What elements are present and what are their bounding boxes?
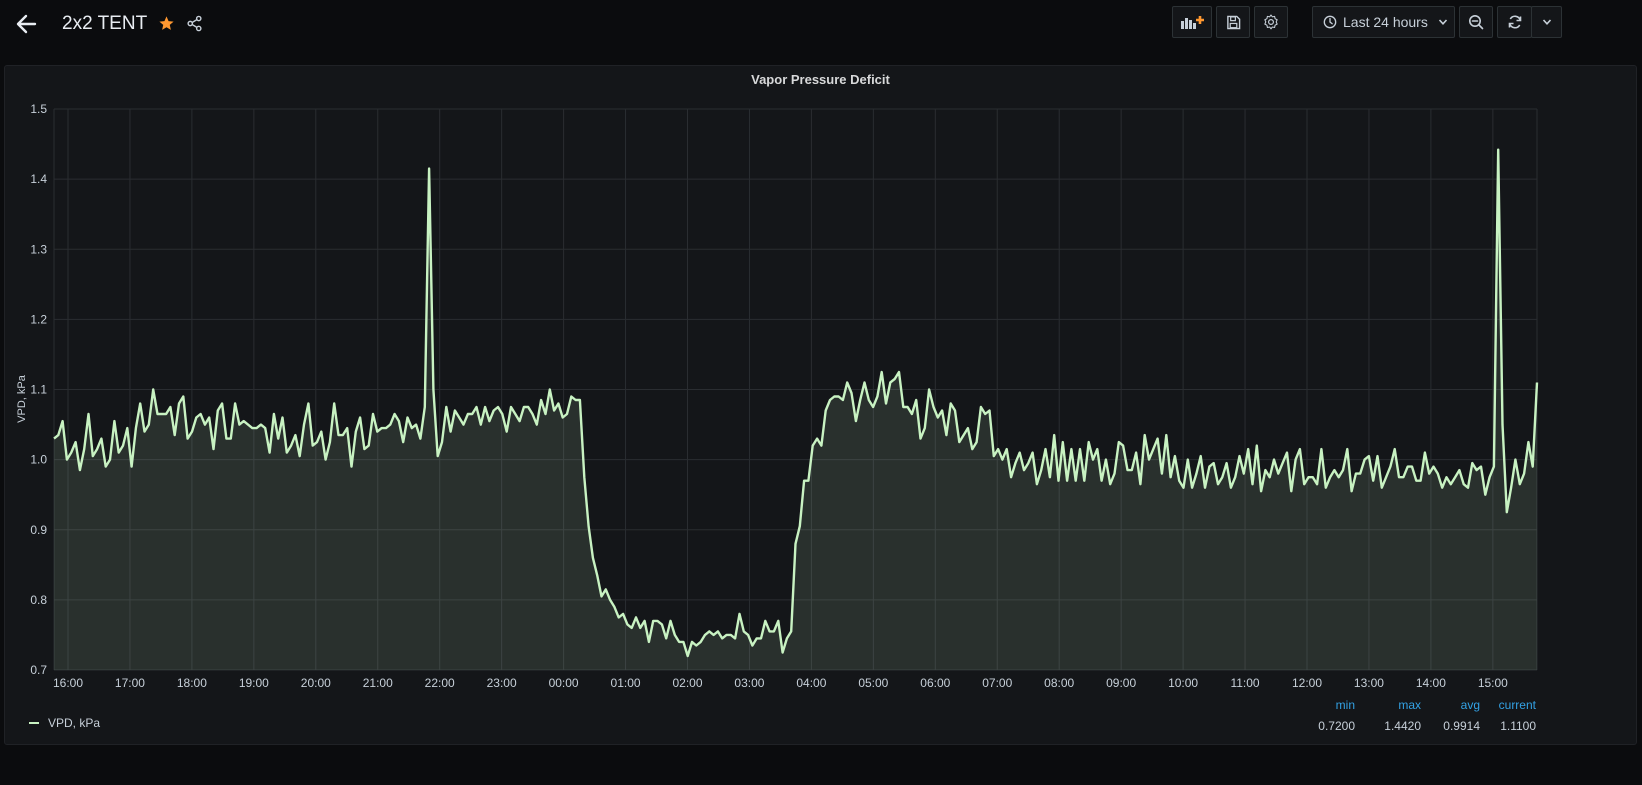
chart-series-area bbox=[53, 148, 1539, 670]
refresh-button[interactable] bbox=[1497, 6, 1532, 38]
dashboard-settings-button[interactable] bbox=[1254, 6, 1288, 38]
x-tick-label: 22:00 bbox=[425, 676, 455, 690]
star-icon bbox=[158, 15, 174, 30]
legend-series-color bbox=[29, 722, 39, 724]
chevron-down-icon bbox=[1542, 19, 1551, 25]
x-tick-label: 04:00 bbox=[796, 676, 826, 690]
back-button[interactable] bbox=[12, 10, 40, 38]
x-tick-label: 02:00 bbox=[672, 676, 702, 690]
refresh-icon bbox=[1508, 15, 1521, 29]
legend-stat-min: min 0.7200 bbox=[1295, 695, 1355, 737]
refresh-interval-dropdown[interactable] bbox=[1531, 6, 1562, 38]
y-tick-label: 1.1 bbox=[30, 383, 47, 397]
x-tick-label: 16:00 bbox=[53, 676, 83, 690]
x-tick-label: 11:00 bbox=[1230, 676, 1259, 690]
x-tick-label: 23:00 bbox=[487, 676, 517, 690]
legend-header-min[interactable]: min bbox=[1295, 695, 1355, 715]
x-tick-label: 00:00 bbox=[549, 676, 579, 690]
zoom-out-button[interactable] bbox=[1459, 6, 1493, 38]
legend-stat-avg: avg 0.9914 bbox=[1420, 695, 1480, 737]
legend-stats: min 0.7200 max 1.4420 avg 0.9914 current… bbox=[1295, 695, 1635, 745]
share-button[interactable] bbox=[183, 12, 205, 34]
x-tick-label: 13:00 bbox=[1354, 676, 1384, 690]
y-tick-label: 1.4 bbox=[30, 172, 47, 186]
arrow-left-icon bbox=[16, 14, 37, 34]
dashboard-title[interactable]: 2x2 TENT bbox=[62, 10, 147, 38]
legend-value-avg: 0.9914 bbox=[1443, 719, 1480, 733]
x-tick-label: 05:00 bbox=[858, 676, 888, 690]
add-panel-icon bbox=[1181, 16, 1204, 29]
legend-value-current: 1.1100 bbox=[1500, 719, 1536, 733]
graph-panel: Vapor Pressure Deficit 0.7 0.8 0.9 1.0 1.1 1.… bbox=[4, 65, 1637, 745]
x-tick-label: 10:00 bbox=[1168, 676, 1198, 690]
y-axis-label: VPD, kPa bbox=[16, 374, 28, 423]
x-tick-label: 03:00 bbox=[734, 676, 764, 690]
x-tick-label: 17:00 bbox=[115, 676, 145, 690]
legend-header-avg[interactable]: avg bbox=[1420, 695, 1480, 715]
chart-legend[interactable]: VPD, kPa bbox=[29, 716, 100, 730]
x-tick-label: 21:00 bbox=[363, 676, 393, 690]
x-tick-label: 14:00 bbox=[1416, 676, 1446, 690]
x-tick-label: 19:00 bbox=[239, 676, 269, 690]
legend-value-min: 0.7200 bbox=[1318, 719, 1355, 733]
y-tick-label: 1.5 bbox=[30, 102, 47, 116]
y-tick-label: 1.0 bbox=[30, 453, 47, 467]
time-range-label: Last 24 hours bbox=[1343, 14, 1428, 30]
time-range-picker[interactable]: Last 24 hours bbox=[1312, 6, 1455, 38]
clock-icon bbox=[1323, 15, 1337, 29]
x-tick-label: 12:00 bbox=[1292, 676, 1322, 690]
x-tick-label: 18:00 bbox=[177, 676, 207, 690]
x-tick-label: 01:00 bbox=[611, 676, 641, 690]
y-tick-label: 0.9 bbox=[30, 523, 47, 537]
x-tick-label: 08:00 bbox=[1044, 676, 1074, 690]
y-tick-label: 0.8 bbox=[30, 593, 47, 607]
x-tick-label: 15:00 bbox=[1478, 676, 1508, 690]
zoom-out-icon bbox=[1469, 15, 1484, 30]
y-tick-label: 0.7 bbox=[30, 663, 47, 677]
save-icon bbox=[1226, 15, 1240, 29]
settings-icon bbox=[1264, 14, 1278, 30]
chevron-down-icon bbox=[1438, 19, 1448, 25]
vpd-chart[interactable]: 0.7 0.8 0.9 1.0 1.1 1.2 1.3 1.4 1.5 16:00 17:00 18:… bbox=[5, 66, 1638, 746]
legend-series-name: VPD, kPa bbox=[48, 716, 101, 730]
legend-stat-max: max 1.4420 bbox=[1361, 695, 1421, 737]
y-tick-label: 1.2 bbox=[30, 312, 47, 326]
legend-header-current[interactable]: current bbox=[1476, 695, 1536, 715]
legend-stat-current: current 1.1100 bbox=[1476, 695, 1536, 737]
x-tick-label: 06:00 bbox=[920, 676, 950, 690]
x-tick-label: 07:00 bbox=[982, 676, 1012, 690]
dashboard-navbar: 2x2 TENT Last 24 hours bbox=[0, 0, 1642, 60]
y-tick-label: 1.3 bbox=[30, 242, 47, 256]
add-panel-button[interactable] bbox=[1172, 6, 1212, 38]
star-button[interactable] bbox=[155, 12, 177, 34]
legend-value-max: 1.4420 bbox=[1384, 719, 1421, 733]
series-area-fill bbox=[54, 149, 1537, 670]
share-icon bbox=[186, 15, 202, 31]
x-tick-label: 09:00 bbox=[1106, 676, 1136, 690]
x-tick-label: 20:00 bbox=[301, 676, 331, 690]
legend-header-max[interactable]: max bbox=[1361, 695, 1421, 715]
save-dashboard-button[interactable] bbox=[1216, 6, 1250, 38]
